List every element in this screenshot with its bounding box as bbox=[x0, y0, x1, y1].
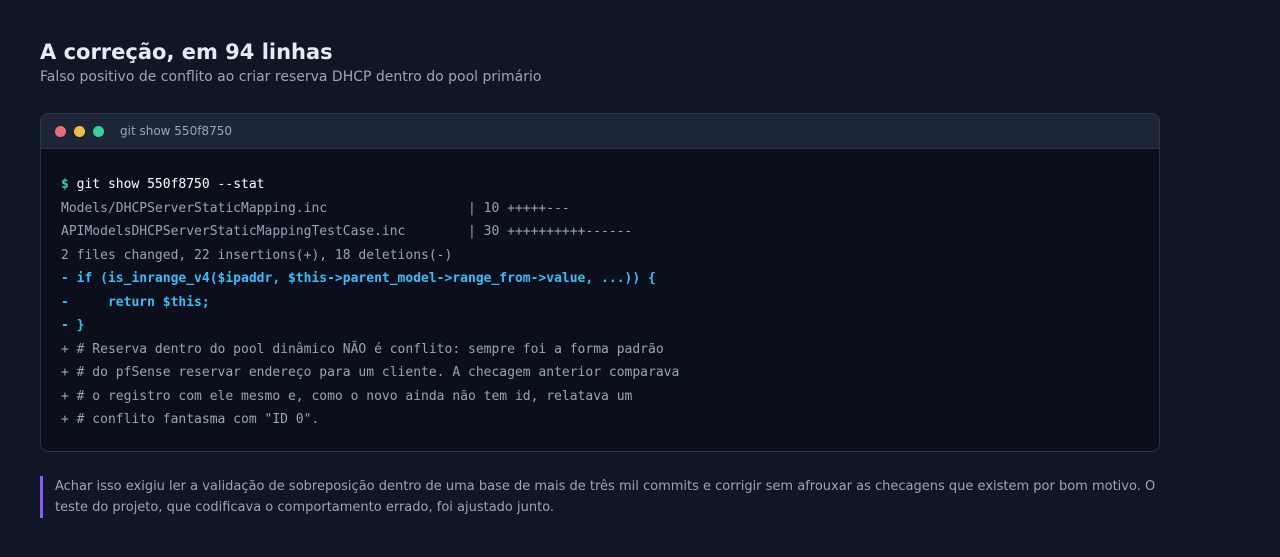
page-title: A correção, em 94 linhas bbox=[40, 40, 333, 64]
removed-line: - if (is_inrange_v4($ipaddr, $this->pare… bbox=[61, 271, 656, 286]
close-dot-icon[interactable] bbox=[55, 126, 66, 137]
page: A correção, em 94 linhas Falso positivo … bbox=[0, 0, 1280, 557]
added-line: + # do pfSense reservar endereço para um… bbox=[61, 365, 680, 380]
page-subtitle: Falso positivo de conflito ao criar rese… bbox=[40, 69, 542, 85]
added-line: + # o registro com ele mesmo e, como o n… bbox=[61, 388, 633, 404]
terminal-output: $ git show 550f8750 --stat Models/DHCPSe… bbox=[61, 173, 1139, 432]
added-line: + # Reserva dentro do pool dinâmico NÃO … bbox=[61, 341, 664, 357]
stat-line: APIModelsDHCPServerStaticMappingTestCase… bbox=[61, 224, 633, 239]
terminal-title-bar: git show 550f8750 bbox=[41, 114, 1159, 149]
removed-line: - } bbox=[61, 318, 85, 333]
diff-summary: 2 files changed, 22 insertions(+), 18 de… bbox=[61, 247, 453, 263]
terminal-title: git show 550f8750 bbox=[120, 124, 232, 138]
maximize-dot-icon[interactable] bbox=[93, 126, 104, 137]
added-line: + # conflito fantasma com "ID 0". bbox=[61, 412, 320, 427]
removed-line: - return $this; bbox=[61, 294, 210, 310]
explanation-note: Achar isso exigiu ler a validação de sob… bbox=[40, 476, 1160, 518]
command-text: git show 550f8750 --stat bbox=[76, 177, 265, 192]
terminal-window: git show 550f8750 $ git show 550f8750 --… bbox=[40, 113, 1160, 452]
prompt-symbol: $ bbox=[61, 177, 69, 192]
stat-line: Models/DHCPServerStaticMapping.inc | 10 … bbox=[61, 200, 570, 216]
command-line: $ git show 550f8750 --stat bbox=[61, 173, 1139, 197]
minimize-dot-icon[interactable] bbox=[74, 126, 85, 137]
